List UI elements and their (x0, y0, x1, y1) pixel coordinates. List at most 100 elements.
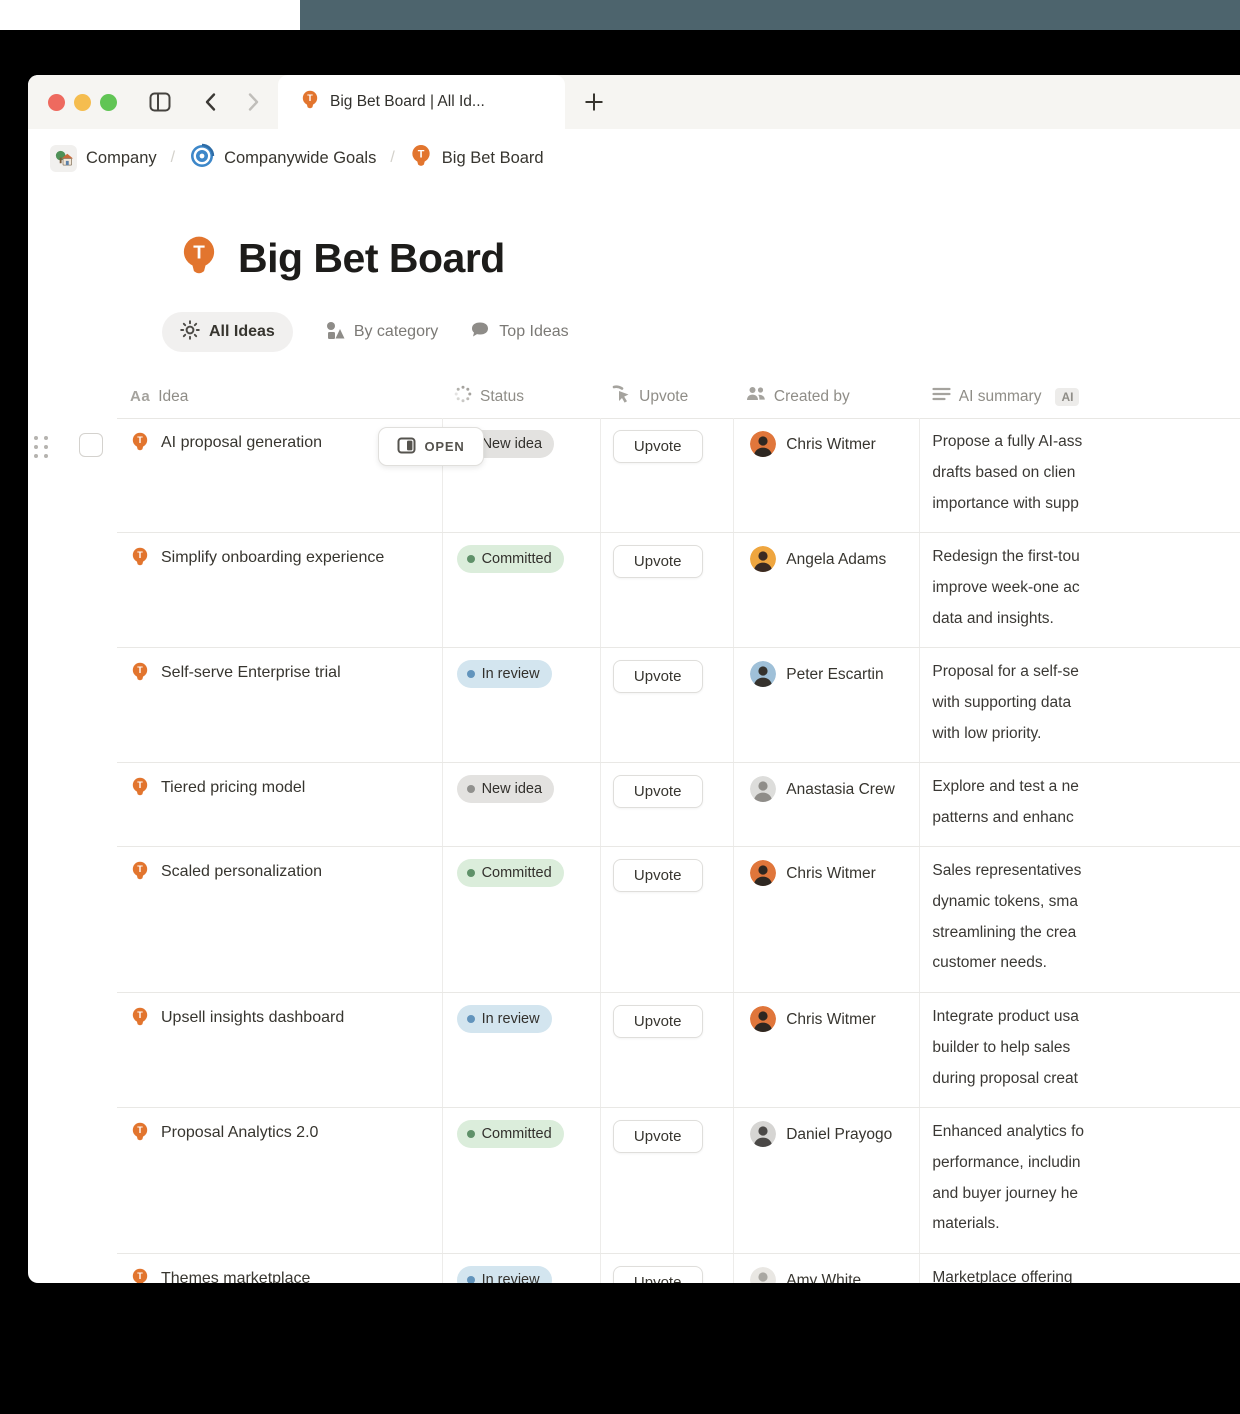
row-checkbox[interactable] (79, 433, 103, 457)
column-header-created-by[interactable]: Created by (733, 375, 919, 418)
status-label: Committed (482, 865, 552, 881)
ai-summary-text: Propose a fully AI-ass drafts based on c… (932, 433, 1082, 512)
status-cell: Committed (442, 533, 600, 647)
upvote-button[interactable]: Upvote (613, 430, 703, 463)
table-header: Aa Idea Status (117, 375, 1240, 419)
sidebar-toggle-icon[interactable] (148, 90, 172, 119)
avatar (750, 776, 776, 802)
minimize-window-button[interactable] (74, 94, 91, 111)
column-header-ai-summary[interactable]: AI summary AI (919, 375, 1240, 418)
column-header-upvote[interactable]: Upvote (599, 375, 733, 418)
new-tab-button[interactable] (580, 88, 608, 116)
upvote-button[interactable]: Upvote (613, 775, 703, 808)
creator-name: Peter Escartin (786, 661, 883, 688)
idea-title[interactable]: Scaled personalization (161, 861, 322, 883)
column-label: Upvote (639, 388, 688, 406)
chat-icon (470, 320, 490, 345)
idea-cell: T Scaled personalization (117, 847, 442, 992)
category-icon (325, 320, 345, 345)
column-header-idea[interactable]: Aa Idea (117, 375, 441, 418)
close-window-button[interactable] (48, 94, 65, 111)
breadcrumb: Company / Companywide Goals / T (50, 141, 544, 175)
upvote-button[interactable]: Upvote (613, 545, 703, 578)
table-body: T AI proposal generation New idea Upvote C… (117, 418, 1240, 1283)
upvote-button[interactable]: Upvote (613, 1266, 703, 1283)
upvote-cell: Upvote (600, 763, 734, 846)
idea-title[interactable]: Upsell insights dashboard (161, 1007, 344, 1029)
backdrop-white (0, 0, 300, 30)
view-tab-label: By category (354, 323, 438, 341)
forward-icon[interactable] (242, 91, 264, 118)
open-button-label: OPEN (424, 439, 464, 454)
status-cell: In review (442, 648, 600, 762)
breadcrumb-separator: / (390, 149, 394, 167)
idea-title[interactable]: AI proposal generation (161, 432, 322, 454)
breadcrumb-label: Company (86, 149, 157, 168)
avatar (750, 431, 776, 457)
zoom-window-button[interactable] (100, 94, 117, 111)
svg-text:T: T (137, 864, 143, 874)
status-badge[interactable]: Committed (457, 859, 564, 887)
open-button[interactable]: OPEN (378, 427, 484, 466)
column-label: Idea (158, 388, 188, 406)
upvote-button[interactable]: Upvote (613, 859, 703, 892)
status-badge[interactable]: In review (457, 1005, 552, 1033)
view-tab-all-ideas[interactable]: All Ideas (162, 312, 293, 352)
upvote-button[interactable]: Upvote (613, 1005, 703, 1038)
idea-cell: T Upsell insights dashboard (117, 993, 442, 1107)
ai-summary-cell: Explore and test a ne patterns and enhan… (919, 763, 1240, 846)
row-drag-handle[interactable] (34, 436, 51, 466)
tab-big-bet-board[interactable]: T Big Bet Board | All Id... (278, 75, 565, 129)
upvote-cell: Upvote (600, 533, 734, 647)
status-badge[interactable]: In review (457, 660, 552, 688)
status-badge[interactable]: Committed (457, 545, 564, 573)
ai-summary-text: Integrate product usa builder to help sa… (932, 1008, 1079, 1087)
view-tab-top-ideas[interactable]: Top Ideas (470, 312, 568, 352)
view-tabs: All Ideas By category To (162, 312, 569, 352)
column-label: AI summary (959, 388, 1042, 406)
breadcrumb-item-company[interactable]: Company (50, 145, 157, 172)
back-icon[interactable] (200, 91, 222, 118)
upvote-button[interactable]: Upvote (613, 660, 703, 693)
ai-summary-text: Sales representatives dynamic tokens, sm… (932, 862, 1081, 971)
idea-title[interactable]: Simplify onboarding experience (161, 547, 384, 569)
ai-summary-cell: Redesign the first-tou improve week-one … (919, 533, 1240, 647)
status-cell: Committed (442, 1108, 600, 1253)
table-row: T Themes marketplaceIn reviewUpvote Amy … (117, 1254, 1240, 1283)
upvote-cell: Upvote (600, 847, 734, 992)
svg-text:T: T (137, 665, 143, 675)
svg-text:T: T (137, 1125, 143, 1135)
idea-cell: T Tiered pricing model (117, 763, 442, 846)
status-label: Committed (482, 551, 552, 567)
breadcrumb-item-companywide-goals[interactable]: Companywide Goals (189, 143, 376, 174)
view-tab-by-category[interactable]: By category (325, 312, 438, 352)
ai-summary-cell: Propose a fully AI-ass drafts based on c… (919, 418, 1240, 532)
status-label: In review (482, 1272, 540, 1283)
created-by-cell: Peter Escartin (733, 648, 919, 762)
table-row: T Proposal Analytics 2.0CommittedUpvote … (117, 1108, 1240, 1254)
status-dot-icon (467, 670, 475, 678)
idea-title[interactable]: Proposal Analytics 2.0 (161, 1122, 318, 1144)
avatar (750, 1267, 776, 1283)
idea-title[interactable]: Self-serve Enterprise trial (161, 662, 341, 684)
upvote-button[interactable]: Upvote (613, 1120, 703, 1153)
ai-summary-text: Marketplace offering (932, 1269, 1072, 1283)
column-header-status[interactable]: Status (441, 375, 599, 418)
idea-title[interactable]: Tiered pricing model (161, 777, 305, 799)
breadcrumb-item-big-bet-board[interactable]: T Big Bet Board (409, 144, 544, 173)
status-badge[interactable]: Committed (457, 1120, 564, 1148)
status-badge[interactable]: New idea (457, 775, 554, 803)
status-badge[interactable]: In review (457, 1266, 552, 1283)
created-by-cell: Amy White (733, 1254, 919, 1283)
side-peek-icon (397, 436, 416, 458)
target-icon (189, 143, 215, 174)
ai-summary-text: Redesign the first-tou improve week-one … (932, 548, 1079, 627)
screenshot-stage: T Big Bet Board | All Id... Company (0, 0, 1240, 1414)
svg-text:T: T (193, 243, 205, 264)
svg-text:T: T (137, 1010, 143, 1020)
page-bulb-icon: T (178, 235, 220, 282)
avatar (750, 661, 776, 687)
cursor-click-icon (612, 385, 631, 409)
idea-title[interactable]: Themes marketplace (161, 1268, 310, 1283)
creator-name: Daniel Prayogo (786, 1121, 892, 1148)
